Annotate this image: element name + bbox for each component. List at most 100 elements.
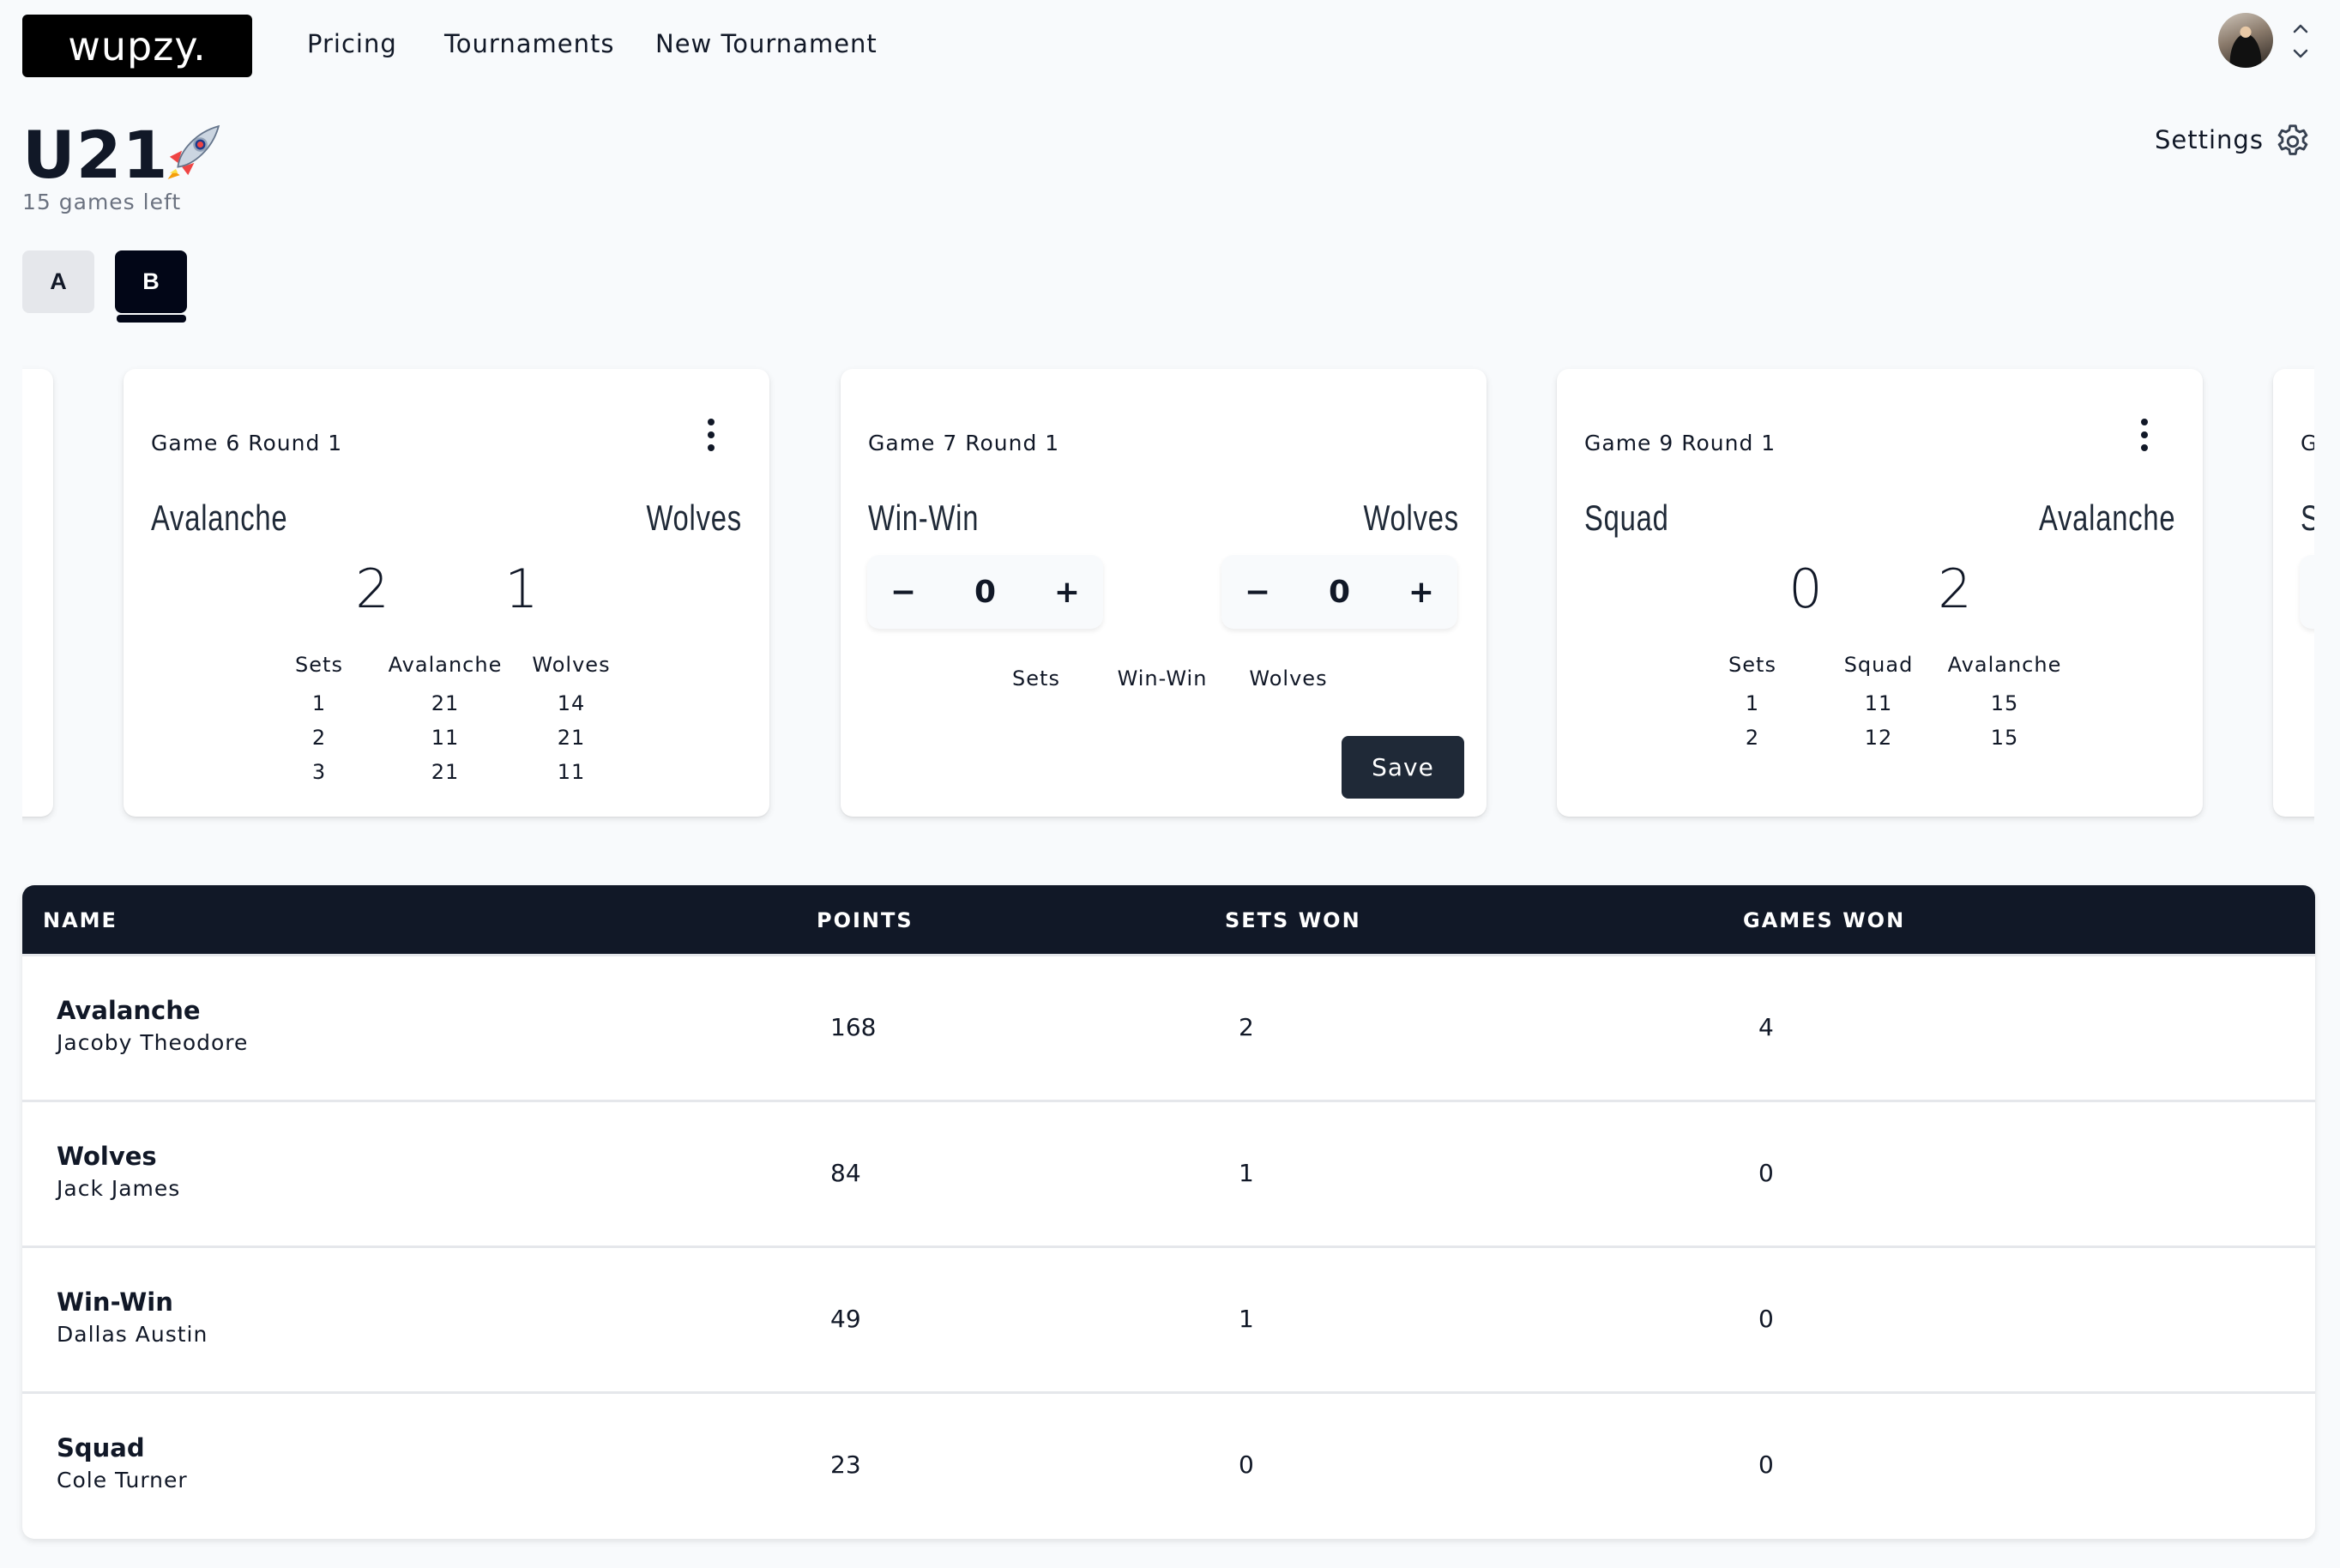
decrement-button[interactable]: −: [1239, 575, 1276, 610]
home-score: 2: [355, 558, 389, 620]
increment-button[interactable]: +: [1402, 575, 1440, 610]
away-score: 2: [1938, 558, 1972, 620]
group-tab-b[interactable]: B: [115, 250, 187, 313]
game-title: Game 7 Round 1: [868, 431, 1060, 455]
nav-pricing[interactable]: Pricing: [307, 29, 397, 58]
sets-away-header: Wolves: [532, 653, 611, 677]
home-team-name: Avalanche: [151, 498, 288, 538]
column-header-name[interactable]: NAME: [43, 908, 118, 932]
sets-won-cell: 1: [1239, 1305, 1254, 1333]
away-score: 1: [504, 558, 539, 620]
away-score-stepper: − 0 +: [1221, 555, 1457, 629]
sets-home-header: Avalanche: [388, 653, 503, 677]
column-header-games-won[interactable]: GAMES WON: [1743, 908, 1905, 932]
set-home-score: 21: [431, 691, 460, 715]
page-title: U21: [22, 117, 169, 193]
sets-header: Sets: [1728, 653, 1776, 677]
points-cell: 49: [830, 1305, 861, 1333]
set-number: 2: [1745, 726, 1760, 750]
table-row[interactable]: Win-Win Dallas Austin 49 1 0: [22, 1245, 2315, 1391]
chevron-up-icon[interactable]: [2290, 21, 2311, 36]
home-team-name: Squad: [1584, 498, 1669, 538]
group-tab-a[interactable]: A: [22, 250, 94, 313]
more-options-icon[interactable]: [701, 413, 721, 456]
points-cell: 23: [830, 1450, 861, 1479]
wupzy-logo[interactable]: wupzy.: [22, 15, 252, 77]
set-away-score: 11: [557, 760, 586, 784]
sets-home-header: Squad: [1843, 653, 1914, 677]
sets-header: Sets: [295, 653, 343, 677]
nav-new-tournament[interactable]: New Tournament: [655, 29, 878, 58]
team-name: Squad: [57, 1433, 145, 1462]
table-row[interactable]: Avalanche Jacoby Theodore 168 2 4: [22, 954, 2315, 1100]
team-name: Win-Win: [57, 1288, 173, 1317]
home-score-stepper: [2300, 555, 2314, 629]
home-team-name: S: [2301, 498, 2314, 539]
player-name: Dallas Austin: [57, 1322, 208, 1347]
set-home-score: 11: [431, 726, 460, 750]
column-header-points[interactable]: POINTS: [817, 908, 914, 932]
games-won-cell: 0: [1758, 1305, 1774, 1333]
decrement-button[interactable]: −: [884, 575, 922, 610]
increment-button[interactable]: +: [1048, 575, 1086, 610]
table-row[interactable]: Wolves Jack James 84 1 0: [22, 1100, 2315, 1245]
user-avatar[interactable]: [2218, 13, 2273, 68]
team-name: Wolves: [57, 1142, 157, 1171]
games-won-cell: 4: [1758, 1013, 1774, 1041]
standings-table: NAME POINTS SETS WON GAMES WON Avalanche…: [22, 885, 2315, 1539]
sets-won-cell: 2: [1239, 1013, 1254, 1041]
table-header: NAME POINTS SETS WON GAMES WON: [22, 885, 2315, 954]
away-team-name: Wolves: [646, 498, 742, 538]
sets-header: Sets: [1012, 666, 1060, 691]
game-card: Game 6 Round 1 Avalanche Wolves 2 1 Sets…: [124, 369, 769, 817]
points-cell: 84: [830, 1159, 861, 1187]
set-away-score: 15: [1990, 726, 2019, 750]
sets-won-cell: 0: [1239, 1450, 1254, 1479]
home-score-input[interactable]: 0: [974, 575, 996, 610]
game-card-partial-right: G S: [2273, 369, 2314, 817]
games-won-cell: 0: [1758, 1159, 1774, 1187]
settings-link[interactable]: Settings: [2155, 125, 2264, 154]
games-won-cell: 0: [1758, 1450, 1774, 1479]
game-title: Game 6 Round 1: [151, 431, 343, 455]
set-away-score: 14: [557, 691, 586, 715]
nav-tournaments[interactable]: Tournaments: [444, 29, 614, 58]
player-name: Cole Turner: [57, 1468, 188, 1493]
sets-away-header: Wolves: [1249, 666, 1328, 691]
home-team-name: Win-Win: [868, 498, 980, 538]
gear-icon[interactable]: [2273, 122, 2313, 161]
player-name: Jack James: [57, 1176, 181, 1201]
column-header-sets-won[interactable]: SETS WON: [1225, 908, 1361, 932]
set-number: 1: [1745, 691, 1760, 715]
set-number: 2: [311, 726, 327, 750]
home-score-stepper: − 0 +: [867, 555, 1103, 629]
save-button[interactable]: Save: [1342, 736, 1464, 799]
rocket-icon: [167, 124, 220, 179]
sets-away-header: Avalanche: [1947, 653, 2062, 677]
sets-home-header: Win-Win: [1117, 666, 1208, 691]
set-away-score: 21: [557, 726, 586, 750]
away-team-name: Wolves: [1363, 498, 1459, 538]
player-name: Jacoby Theodore: [57, 1030, 249, 1055]
table-row[interactable]: Squad Cole Turner 23 0 0: [22, 1391, 2315, 1537]
games-left-count: 15 games left: [22, 190, 182, 214]
games-carousel[interactable]: Game 6 Round 1 Avalanche Wolves 2 1 Sets…: [22, 352, 2314, 832]
set-home-score: 12: [1864, 726, 1893, 750]
chevron-down-icon[interactable]: [2290, 46, 2311, 62]
set-home-score: 11: [1864, 691, 1893, 715]
set-home-score: 21: [431, 760, 460, 784]
set-away-score: 15: [1990, 691, 2019, 715]
set-number: 1: [311, 691, 327, 715]
home-score: 0: [1788, 558, 1823, 620]
away-score-input[interactable]: 0: [1329, 575, 1350, 610]
sets-won-cell: 1: [1239, 1159, 1254, 1187]
team-name: Avalanche: [57, 996, 201, 1025]
more-options-icon[interactable]: [2134, 413, 2155, 456]
points-cell: 168: [830, 1013, 877, 1041]
game-title: Game 9 Round 1: [1584, 431, 1776, 455]
set-number: 3: [311, 760, 327, 784]
away-team-name: Avalanche: [2038, 498, 2175, 538]
game-card: Game 7 Round 1 Win-Win Wolves − 0 + − 0 …: [841, 369, 1487, 817]
active-tab-indicator: [117, 315, 186, 323]
game-card: Game 9 Round 1 Squad Avalanche 0 2 Sets …: [1557, 369, 2203, 817]
